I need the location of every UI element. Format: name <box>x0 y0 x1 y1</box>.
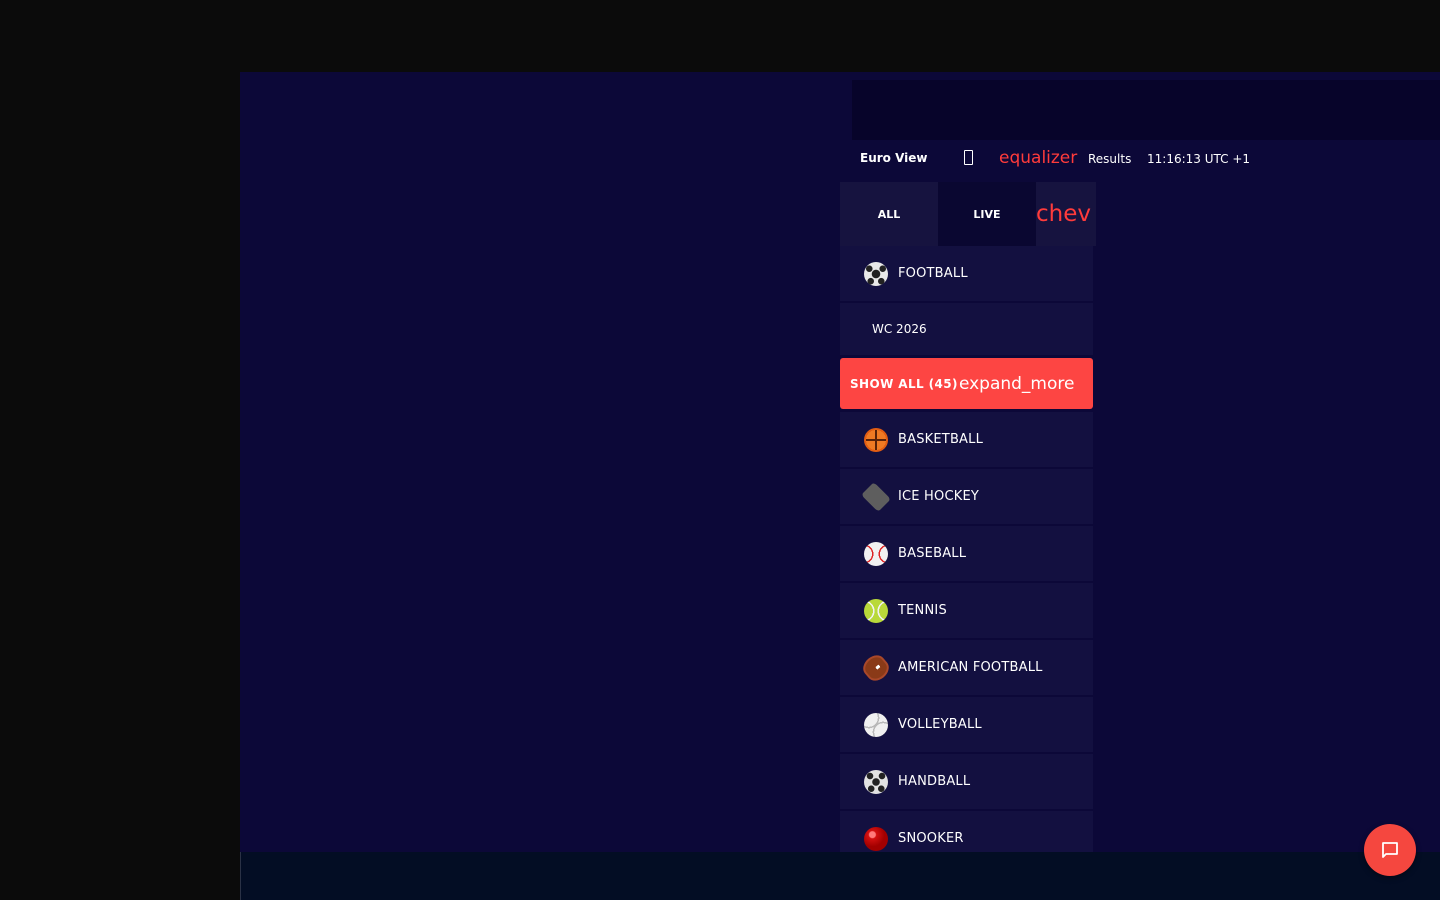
sport-item-tennis[interactable]: TENNIS <box>840 583 1093 638</box>
results-link[interactable]: Results <box>1088 152 1131 166</box>
euro-view-toggle[interactable]: Euro View <box>856 151 928 165</box>
header-banner <box>852 80 1440 140</box>
sport-label: HANDBALL <box>898 774 971 789</box>
american-football-icon <box>859 650 893 685</box>
sport-label: ICE HOCKEY <box>898 489 980 504</box>
snooker-icon <box>864 826 888 851</box>
sport-item-volleyball[interactable]: VOLLEYBALL <box>840 697 1093 752</box>
sport-label: VOLLEYBALL <box>898 717 982 732</box>
handball-icon <box>864 769 888 794</box>
chat-icon <box>1382 842 1398 858</box>
sport-label: BASKETBALL <box>898 432 984 447</box>
basketball-icon <box>864 427 888 452</box>
sport-tabs: ALL LIVE chev <box>840 182 1096 246</box>
sport-item-football[interactable]: FOOTBALL <box>840 246 1093 301</box>
chevron-icon[interactable]: chev <box>1036 182 1096 246</box>
sport-label: FOOTBALL <box>898 266 968 281</box>
sport-item-handball[interactable]: HANDBALL <box>840 754 1093 809</box>
sport-label: BASEBALL <box>898 546 967 561</box>
sport-item-baseball[interactable]: BASEBALL <box>840 526 1093 581</box>
sport-label: TENNIS <box>898 603 947 618</box>
equalizer-icon[interactable]: equalizer <box>999 148 1077 168</box>
show-all-button[interactable]: SHOW ALL (45) expand_more <box>840 358 1093 409</box>
clock: 11:16:13 UTC +1 <box>1147 152 1251 166</box>
chat-button[interactable] <box>1364 824 1416 876</box>
volleyball-icon <box>864 712 888 737</box>
sport-item-american-football[interactable]: AMERICAN FOOTBALL <box>840 640 1093 695</box>
league-item-wc-2026[interactable]: WC 2026 <box>840 303 1093 355</box>
top-toolbar: Euro View equalizer Results 11:16:13 UTC… <box>840 140 1440 180</box>
sport-label: AMERICAN FOOTBALL <box>898 660 1043 675</box>
ice-hockey-icon <box>861 481 891 512</box>
sport-label: SNOOKER <box>898 831 964 846</box>
euro-view-label: Euro View <box>860 151 928 165</box>
tab-live[interactable]: LIVE <box>938 182 1036 246</box>
bottom-bar <box>240 852 1440 900</box>
expand-more-icon: expand_more <box>958 373 1075 394</box>
tennis-icon <box>864 598 888 623</box>
mobile-icon[interactable] <box>964 150 973 165</box>
tab-all[interactable]: ALL <box>840 182 938 246</box>
sport-item-basketball[interactable]: BASKETBALL <box>840 412 1093 467</box>
sport-list: FOOTBALL WC 2026 SHOW ALL (45) expand_mo… <box>840 246 1093 868</box>
show-all-label: SHOW ALL (45) <box>850 376 958 391</box>
baseball-icon <box>864 541 888 566</box>
football-icon <box>864 261 888 286</box>
sport-item-ice-hockey[interactable]: ICE HOCKEY <box>840 469 1093 524</box>
